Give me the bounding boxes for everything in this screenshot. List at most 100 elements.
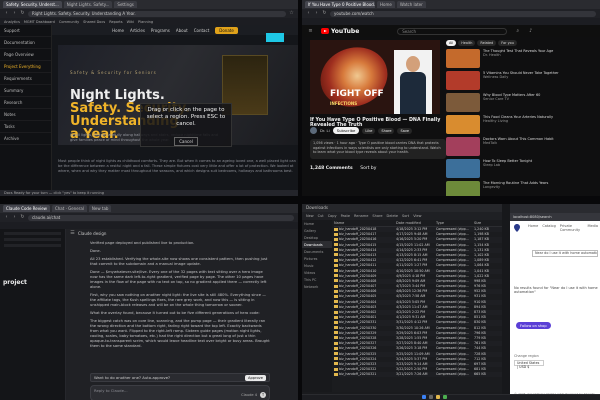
toolbar-button[interactable]: Rename xyxy=(354,214,368,218)
recommendation-item[interactable]: The Morning Routine That Adds Years Longe… xyxy=(446,181,596,196)
bell-icon[interactable]: ♪ xyxy=(528,28,533,34)
recommendation-item[interactable]: How To Sleep Better Tonight Sleep Lab xyxy=(446,159,596,178)
recommendation-item[interactable]: Doctors Warn About This Common Habit MedT… xyxy=(446,137,596,156)
recommendation-item[interactable]: The Thought Test That Reveals Your Age Dr… xyxy=(446,49,596,68)
region-select[interactable]: United States | USD $ xyxy=(514,360,544,369)
address-bar[interactable]: localhost:8080/search xyxy=(510,213,600,221)
youtube-logo[interactable]: YouTube xyxy=(321,28,359,35)
toolbar-button[interactable]: New xyxy=(306,214,314,218)
sidebar-item[interactable]: Notes xyxy=(0,109,51,121)
recommendation-thumbnail[interactable] xyxy=(446,71,480,90)
toolbar-button[interactable]: Cut xyxy=(318,214,324,218)
chip[interactable]: Health xyxy=(458,40,476,46)
nav-item[interactable]: Videos xyxy=(302,269,332,276)
recommendation-thumbnail[interactable] xyxy=(446,159,480,178)
recommendation-channel[interactable]: Wellness Daily xyxy=(483,75,593,79)
nav-link[interactable]: Home xyxy=(528,224,538,232)
nav-item[interactable]: Gallery xyxy=(302,227,332,234)
search-input[interactable]: Search xyxy=(397,27,508,35)
bookmark-item[interactable]: Analytics xyxy=(4,20,20,24)
recommendation-title[interactable]: The Morning Routine That Adds Years xyxy=(483,181,548,185)
forward-icon[interactable]: › xyxy=(12,11,17,16)
sidebar-item[interactable]: Page Overview xyxy=(0,49,51,61)
nav-item[interactable]: Music xyxy=(302,262,332,269)
recommendation-item[interactable]: This Food Cleans Your Arteries Naturally… xyxy=(446,115,596,134)
save-button[interactable]: Save xyxy=(397,127,413,134)
column-header[interactable]: Date modified xyxy=(396,221,436,225)
recommendation-item[interactable]: Why Blood Type Matters After 60 Senior Ca… xyxy=(446,93,596,112)
tab-claude-code[interactable]: Claude Code Review xyxy=(3,205,50,212)
overlay-cancel-button[interactable]: Cancel xyxy=(174,137,198,146)
reload-icon[interactable]: ↻ xyxy=(20,215,25,220)
browser-icon[interactable] xyxy=(443,395,447,399)
chat-title[interactable]: Claude design xyxy=(78,231,106,236)
recommendation-title[interactable]: How To Sleep Better Tonight xyxy=(483,159,532,163)
toolbar-button[interactable]: Copy xyxy=(328,214,337,218)
region-select-overlay[interactable]: Drag or click on the page to select a re… xyxy=(140,103,232,147)
tab-video[interactable]: If You Have Type 0 Positive Blood... xyxy=(305,1,375,8)
recommendation-thumbnail[interactable] xyxy=(446,49,480,68)
forward-icon[interactable]: › xyxy=(12,215,17,220)
toolbar-button[interactable]: Paste xyxy=(341,214,350,218)
recommendation-title[interactable]: The Thought Test That Reveals Your Age xyxy=(483,49,553,53)
tab-watch-later[interactable]: Watch later xyxy=(396,1,426,8)
channel-name[interactable]: Dr. Li xyxy=(320,128,330,133)
column-header[interactable]: Type xyxy=(436,221,474,225)
nav-item[interactable]: Documents xyxy=(302,248,332,255)
forward-icon[interactable]: › xyxy=(314,11,319,16)
nav-item[interactable]: Network xyxy=(302,283,332,290)
back-icon[interactable]: ‹ xyxy=(4,11,9,16)
star-icon[interactable]: ☆ xyxy=(289,11,294,16)
sidebar-item[interactable]: Tasks xyxy=(0,121,51,133)
nav-link[interactable]: Private Community xyxy=(560,224,584,232)
nav-link[interactable]: Contact xyxy=(194,28,210,33)
video-player[interactable]: FIGHT OFF INFECTIONS xyxy=(310,40,440,114)
channel-avatar[interactable] xyxy=(310,127,317,134)
recommendation-title[interactable]: Doctors Warn About This Common Habit xyxy=(483,137,554,141)
sidebar-item[interactable]: Requirements xyxy=(0,73,51,85)
recommendation-thumbnail[interactable] xyxy=(446,137,480,156)
toolbar-button[interactable]: Share xyxy=(372,214,382,218)
tab-night-lights[interactable]: Night Lights. Safety... xyxy=(63,1,113,8)
subscribe-button[interactable]: Subscribe xyxy=(332,127,360,134)
recommendation-channel[interactable]: Healthy Living xyxy=(483,119,593,123)
toolbar-button[interactable]: Delete xyxy=(387,214,399,218)
nav-link[interactable]: Home xyxy=(112,28,124,33)
file-row[interactable]: biz_handoff_20250321 3/21/2025 7:26 AM Com… xyxy=(334,372,502,378)
search-icon[interactable]: ⌕ xyxy=(515,28,520,34)
sidebar-toggle-icon[interactable]: ☰ xyxy=(70,231,75,236)
recommendation-title[interactable]: Why Blood Type Matters After 60 xyxy=(483,93,540,97)
project-title[interactable]: project xyxy=(3,279,27,286)
nav-item[interactable]: This PC xyxy=(302,276,332,283)
column-header[interactable]: Name xyxy=(334,221,396,225)
nav-item[interactable]: Pictures xyxy=(302,255,332,262)
nav-item[interactable]: Downloads xyxy=(302,241,332,248)
back-icon[interactable]: ‹ xyxy=(4,215,9,220)
menu-icon[interactable]: ≡ xyxy=(308,28,313,34)
share-button[interactable]: Share xyxy=(378,127,395,134)
reload-icon[interactable]: ↻ xyxy=(322,11,327,16)
recommendation-title[interactable]: This Food Cleans Your Arteries Naturally xyxy=(483,115,553,119)
nav-link[interactable]: Media xyxy=(587,224,598,232)
bookmark-item[interactable]: Planning xyxy=(138,20,153,24)
address-bar[interactable]: claude.ai/chat xyxy=(28,214,294,221)
nav-link[interactable]: Articles xyxy=(130,28,145,33)
recommendation-thumbnail[interactable] xyxy=(446,93,480,112)
recommendation-title[interactable]: 5 Vitamins You Should Never Take Togethe… xyxy=(483,71,559,75)
address-bar[interactable]: Right Lights. Safety. Security. Understa… xyxy=(28,10,286,17)
column-header[interactable]: Size xyxy=(474,221,502,225)
recommendation-item[interactable]: 5 Vitamins You Should Never Take Togethe… xyxy=(446,71,596,90)
recommendation-channel[interactable]: MedTalk xyxy=(483,141,593,145)
sidebar-item[interactable]: Archive xyxy=(0,133,51,145)
recommendation-thumbnail[interactable] xyxy=(446,181,480,196)
nav-item[interactable]: Desktop xyxy=(302,234,332,241)
toolbar-button[interactable]: Sort xyxy=(402,214,409,218)
back-icon[interactable]: ‹ xyxy=(306,11,311,16)
bookmark-item[interactable]: MGMT Dashboard xyxy=(24,20,55,24)
start-icon[interactable] xyxy=(422,395,426,399)
chip[interactable]: All xyxy=(446,40,457,46)
bookmark-item[interactable]: Reports xyxy=(109,20,122,24)
like-button[interactable]: Like xyxy=(362,127,376,134)
nav-link[interactable]: About xyxy=(176,28,188,33)
follow-shop-button[interactable]: Follow on shop xyxy=(516,322,551,329)
